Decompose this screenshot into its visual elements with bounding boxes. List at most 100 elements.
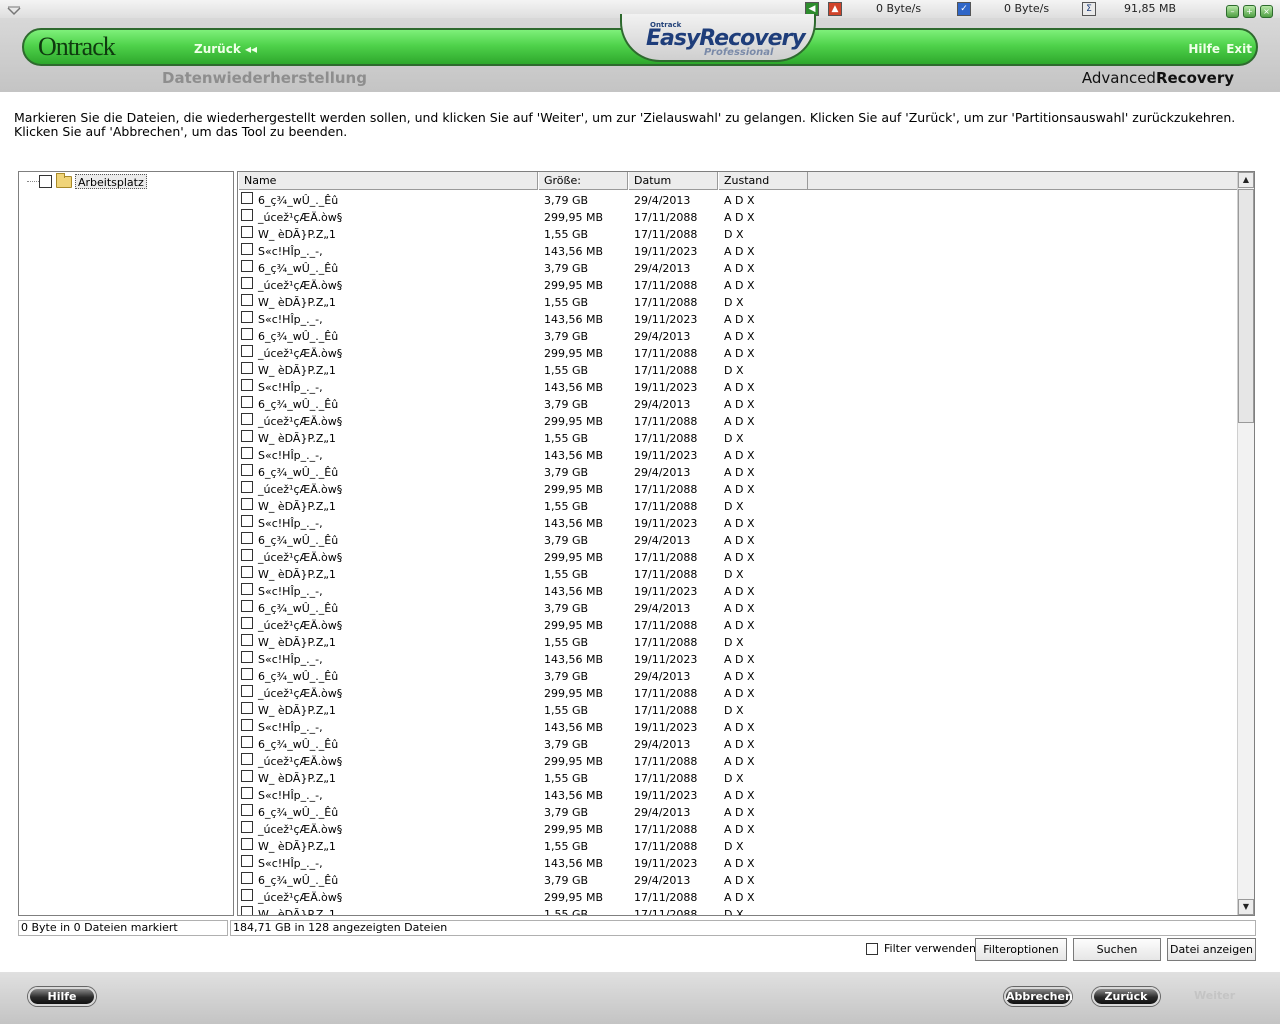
checkbox-icon[interactable]: ✓ [957,2,971,16]
row-checkbox[interactable] [241,855,253,867]
row-checkbox[interactable] [241,192,253,204]
row-checkbox[interactable] [241,787,253,799]
table-row[interactable]: 6_ç¾_wÛ_._Êû 3,79 GB 29/4/2013 A D X [238,531,1238,548]
table-row[interactable]: _úcež¹çÆÄ.òw§ 299,95 MB 17/11/2088 A D X [238,412,1238,429]
column-header-date[interactable]: Datum [628,172,718,190]
row-checkbox[interactable] [241,549,253,561]
row-checkbox[interactable] [241,498,253,510]
back-link[interactable]: Zurück ◂◂ [194,42,257,56]
row-checkbox[interactable] [241,685,253,697]
row-checkbox[interactable] [241,600,253,612]
row-checkbox[interactable] [241,702,253,714]
row-checkbox[interactable] [241,243,253,255]
table-row[interactable]: _úcež¹çÆÄ.òw§ 299,95 MB 17/11/2088 A D X [238,752,1238,769]
table-row[interactable]: S«c!HÎp_._-, 143,56 MB 19/11/2023 A D X [238,718,1238,735]
scroll-up-icon[interactable]: ▲ [1238,172,1254,188]
row-checkbox[interactable] [241,821,253,833]
row-checkbox[interactable] [241,413,253,425]
table-row[interactable]: _úcež¹çÆÄ.òw§ 299,95 MB 17/11/2088 A D X [238,480,1238,497]
row-checkbox[interactable] [241,838,253,850]
row-checkbox[interactable] [241,447,253,459]
row-checkbox[interactable] [241,328,253,340]
row-checkbox[interactable] [241,906,253,915]
back-link-label[interactable]: Zurück [194,42,241,56]
row-checkbox[interactable] [241,362,253,374]
tree-item-label[interactable]: Arbeitsplatz [75,174,147,189]
filter-checkbox-box[interactable] [866,943,878,955]
scroll-thumb[interactable] [1238,189,1254,423]
table-row[interactable]: _úcež¹çÆÄ.òw§ 299,95 MB 17/11/2088 A D X [238,684,1238,701]
table-row[interactable]: 6_ç¾_wÛ_._Êû 3,79 GB 29/4/2013 A D X [238,735,1238,752]
table-row[interactable]: 6_ç¾_wÛ_._Êû 3,79 GB 29/4/2013 A D X [238,667,1238,684]
table-row[interactable]: 6_ç¾_wÛ_._Êû 3,79 GB 29/4/2013 A D X [238,259,1238,276]
next-button[interactable]: Weiter [1194,989,1235,1002]
row-checkbox[interactable] [241,311,253,323]
table-row[interactable]: _úcež¹çÆÄ.òw§ 299,95 MB 17/11/2088 A D X [238,208,1238,225]
row-checkbox[interactable] [241,430,253,442]
row-checkbox[interactable] [241,736,253,748]
column-header-state[interactable]: Zustand [718,172,808,190]
table-row[interactable]: S«c!HÎp_._-, 143,56 MB 19/11/2023 A D X [238,378,1238,395]
table-row[interactable]: S«c!HÎp_._-, 143,56 MB 19/11/2023 A D X [238,310,1238,327]
row-checkbox[interactable] [241,804,253,816]
column-header-size[interactable]: Größe: [538,172,628,190]
table-row[interactable]: W_ èDÃ}P.Z„1 1,55 GB 17/11/2088 D X [238,565,1238,582]
table-row[interactable]: _úcež¹çÆÄ.òw§ 299,95 MB 17/11/2088 A D X [238,888,1238,905]
table-row[interactable]: 6_ç¾_wÛ_._Êû 3,79 GB 29/4/2013 A D X [238,871,1238,888]
row-checkbox[interactable] [241,753,253,765]
maximize-button[interactable]: + [1243,5,1256,18]
row-checkbox[interactable] [241,345,253,357]
table-row[interactable]: W_ èDÃ}P.Z„1 1,55 GB 17/11/2088 D X [238,293,1238,310]
row-checkbox[interactable] [241,396,253,408]
row-checkbox[interactable] [241,634,253,646]
row-checkbox[interactable] [241,277,253,289]
table-row[interactable]: _úcež¹çÆÄ.òw§ 299,95 MB 17/11/2088 A D X [238,820,1238,837]
sigma-icon[interactable]: Σ [1082,2,1096,16]
table-row[interactable]: 6_ç¾_wÛ_._Êû 3,79 GB 29/4/2013 A D X [238,803,1238,820]
cancel-button[interactable]: Abbrechen [1004,987,1073,1006]
table-row[interactable]: W_ èDÃ}P.Z„1 1,55 GB 17/11/2088 D X [238,429,1238,446]
table-row[interactable]: S«c!HÎp_._-, 143,56 MB 19/11/2023 A D X [238,582,1238,599]
table-row[interactable]: 6_ç¾_wÛ_._Êû 3,79 GB 29/4/2013 A D X [238,463,1238,480]
table-row[interactable]: 6_ç¾_wÛ_._Êû 3,79 GB 29/4/2013 A D X [238,327,1238,344]
table-row[interactable]: S«c!HÎp_._-, 143,56 MB 19/11/2023 A D X [238,514,1238,531]
row-checkbox[interactable] [241,294,253,306]
table-row[interactable]: 6_ç¾_wÛ_._Êû 3,79 GB 29/4/2013 A D X [238,395,1238,412]
exit-link[interactable]: Exit [1226,42,1252,56]
table-row[interactable]: W_ èDÃ}P.Z„1 1,55 GB 17/11/2088 D X [238,361,1238,378]
table-row[interactable]: _úcež¹çÆÄ.òw§ 299,95 MB 17/11/2088 A D X [238,548,1238,565]
row-checkbox[interactable] [241,226,253,238]
table-row[interactable]: W_ èDÃ}P.Z„1 1,55 GB 17/11/2088 D X [238,701,1238,718]
folder-tree[interactable]: Arbeitsplatz [18,171,234,916]
row-checkbox[interactable] [241,770,253,782]
help-button[interactable]: Hilfe [28,987,96,1006]
row-checkbox[interactable] [241,209,253,221]
table-row[interactable]: W_ èDÃ}P.Z„1 1,55 GB 17/11/2088 D X [238,497,1238,514]
table-row[interactable]: W_ èDÃ}P.Z„1 1,55 GB 17/11/2088 D X [238,905,1238,915]
minimize-button[interactable]: – [1226,5,1239,18]
file-list[interactable]: Name Größe: Datum Zustand 6_ç¾_wÛ_._Êû 3,… [237,171,1255,916]
row-checkbox[interactable] [241,889,253,901]
scroll-down-icon[interactable]: ▼ [1238,899,1254,915]
row-checkbox[interactable] [241,566,253,578]
row-checkbox[interactable] [241,532,253,544]
table-row[interactable]: S«c!HÎp_._-, 143,56 MB 19/11/2023 A D X [238,650,1238,667]
table-row[interactable]: 6_ç¾_wÛ_._Êû 3,79 GB 29/4/2013 A D X [238,599,1238,616]
table-row[interactable]: S«c!HÎp_._-, 143,56 MB 19/11/2023 A D X [238,854,1238,871]
row-checkbox[interactable] [241,651,253,663]
system-menu-icon[interactable] [6,6,22,16]
table-row[interactable]: _úcež¹çÆÄ.òw§ 299,95 MB 17/11/2088 A D X [238,276,1238,293]
column-header-name[interactable]: Name [238,172,538,190]
table-row[interactable]: _úcež¹çÆÄ.òw§ 299,95 MB 17/11/2088 A D X [238,344,1238,361]
table-row[interactable]: W_ èDÃ}P.Z„1 1,55 GB 17/11/2088 D X [238,633,1238,650]
vertical-scrollbar[interactable]: ▲ ▼ [1237,172,1254,915]
row-checkbox[interactable] [241,872,253,884]
search-button[interactable]: Suchen [1073,938,1161,961]
filter-label[interactable]: Filter verwenden [884,942,976,956]
row-checkbox[interactable] [241,515,253,527]
row-checkbox[interactable] [241,464,253,476]
back-button[interactable]: Zurück [1092,987,1160,1006]
row-checkbox[interactable] [241,260,253,272]
table-row[interactable]: W_ èDÃ}P.Z„1 1,55 GB 17/11/2088 D X [238,837,1238,854]
table-row[interactable]: 6_ç¾_wÛ_._Êû 3,79 GB 29/4/2013 A D X [238,191,1238,208]
